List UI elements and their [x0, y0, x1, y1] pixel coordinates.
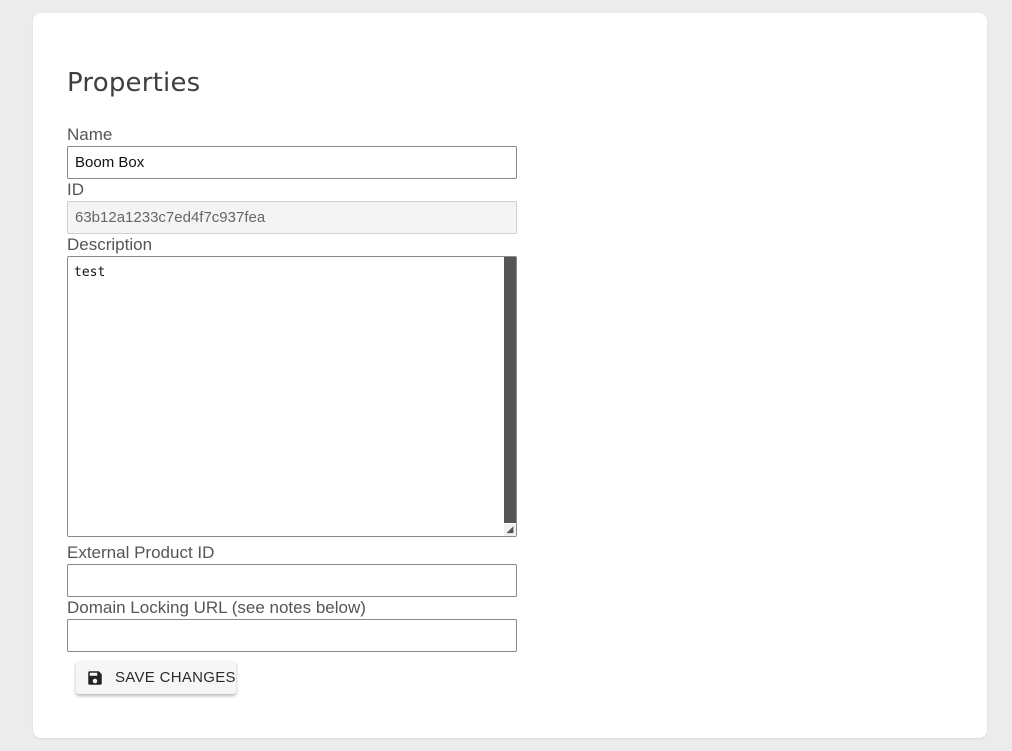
external-product-id-label: External Product ID: [67, 543, 215, 562]
id-label: ID: [67, 180, 84, 199]
description-label: Description: [67, 235, 153, 254]
description-textarea[interactable]: test: [68, 257, 504, 536]
external-product-id-input[interactable]: [67, 564, 517, 597]
resize-handle-icon[interactable]: ◢: [504, 524, 516, 536]
name-label: Name: [67, 125, 113, 144]
page-title: Properties: [67, 68, 201, 98]
id-input[interactable]: [67, 201, 517, 234]
floppy-disk-icon: [86, 669, 104, 687]
description-scrollbar[interactable]: [504, 257, 516, 523]
description-field: test ◢: [67, 256, 517, 537]
domain-locking-url-input[interactable]: [67, 619, 517, 652]
save-changes-button[interactable]: SAVE CHANGES: [76, 661, 236, 694]
domain-locking-url-label: Domain Locking URL (see notes below): [67, 598, 366, 617]
properties-card: Properties Name ID Description test ◢ Ex…: [33, 13, 987, 738]
save-changes-label: SAVE CHANGES: [115, 669, 236, 686]
name-input[interactable]: [67, 146, 517, 179]
